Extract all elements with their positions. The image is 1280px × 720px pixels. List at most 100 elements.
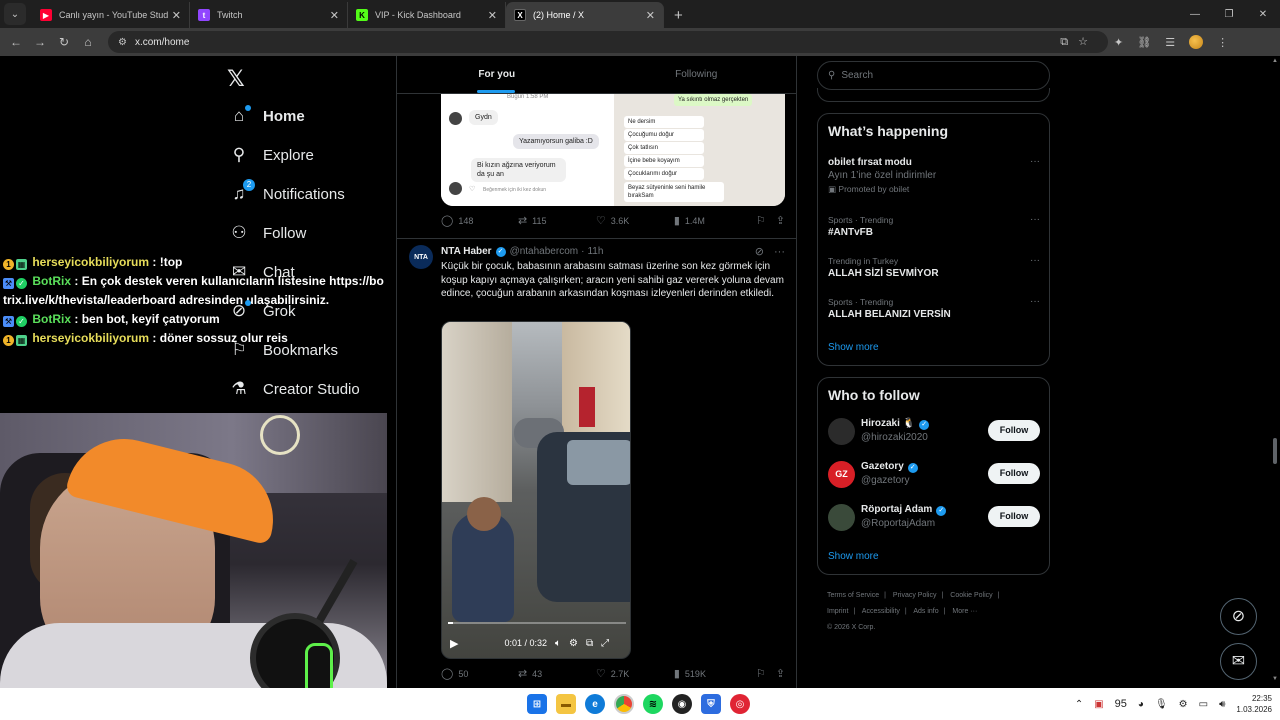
volume-icon[interactable]: 🔊︎ [1219,699,1225,710]
back-icon[interactable]: ← [4,35,28,49]
x-logo-icon[interactable]: 𝕏 [227,66,245,92]
fullscreen-icon[interactable]: ⤢ [601,638,609,649]
steam-icon[interactable]: ◕ [1138,699,1144,710]
scroll-down-icon[interactable]: ▼ [1271,676,1279,682]
close-icon[interactable]: ✕ [172,9,181,22]
start-icon[interactable]: ⊞ [527,694,547,714]
terms-link[interactable]: Terms of Service [827,592,879,599]
tweet-time[interactable]: 11h [587,246,603,257]
settings-icon[interactable]: ⚙ [569,638,578,649]
tweet-video[interactable]: ▶ 0:01 / 0:32 🔈︎ ⚙ ⧉ ⤢ [441,321,631,659]
messages-fab-button[interactable]: ✉ [1220,643,1257,680]
trend-item[interactable]: Sports · Trending #ANTvFB ··· [828,214,1040,239]
playlist-icon[interactable]: ☰ [1165,36,1175,49]
link-icon[interactable]: ⛓ [1137,36,1151,49]
forward-icon[interactable]: → [28,35,52,49]
avatar[interactable]: GZ [828,461,855,488]
bookmark-button[interactable]: ⚐ [756,667,776,680]
more-icon[interactable]: ··· [1030,156,1040,167]
clock[interactable]: 22:35 1.03.2026 [1236,693,1272,715]
privacy-link[interactable]: Privacy Policy [893,592,937,599]
install-icon[interactable]: ⧉ [1060,36,1078,48]
repost-button[interactable]: ⇄ 115 [518,214,596,227]
follow-button[interactable]: Follow [988,420,1040,441]
extension-icon[interactable]: ✦ [1114,36,1123,49]
edge-icon[interactable]: e [585,694,605,714]
avatar[interactable]: NTA [409,245,433,269]
reply-button[interactable]: ◯ 50 [441,667,518,680]
mute-icon[interactable]: 🔈︎ [555,638,561,649]
accessibility-link[interactable]: Accessibility [862,608,900,615]
reply-button[interactable]: ◯ 148 [441,214,518,227]
pip-icon[interactable]: ⧉ [586,638,593,649]
obs-icon[interactable]: ◉ [672,694,692,714]
close-icon[interactable]: ✕ [646,9,655,22]
monitor-icon[interactable]: ▭ [1199,699,1208,710]
nav-creator-studio[interactable]: ⚗ Creator Studio [228,379,359,399]
views-button[interactable]: ▮ 1.4M [674,214,756,227]
site-info-icon[interactable]: ⚙ [118,37,127,48]
vpn-icon[interactable]: ⛨ [701,694,721,714]
avatar[interactable] [828,504,855,531]
trend-item[interactable]: Sports · Trending ALLAH BELANIZI VERSİN … [828,296,1040,321]
trend-item[interactable]: Trending in Turkey ALLAH SİZİ SEVMİYOR ·… [828,255,1040,280]
tray-app-icon[interactable]: ▣ [1094,699,1103,710]
more-icon[interactable]: ··· [774,246,785,258]
tab-kick-dashboard[interactable]: K VIP - Kick Dashboard ✕ [348,2,506,28]
more-icon[interactable]: ··· [1030,296,1040,307]
avatar[interactable] [828,418,855,445]
share-button[interactable]: ⇪ [776,667,785,680]
chevron-up-icon[interactable]: ⌃ [1075,699,1083,710]
nav-explore[interactable]: ⚲ Explore [228,145,314,165]
more-icon[interactable]: ··· [1030,255,1040,266]
grok-fab-button[interactable]: ⊘ [1220,598,1257,635]
follow-suggestion[interactable]: Hirozaki 🐧 ✓ @hirozaki2020 Follow [828,416,1040,448]
follow-button[interactable]: Follow [988,506,1040,527]
author-handle[interactable]: @ntahabercom [510,246,579,257]
play-icon[interactable]: ▶ [450,637,458,650]
minimize-icon[interactable]: — [1178,9,1212,20]
video-progress-bar[interactable] [448,622,626,624]
close-icon[interactable]: ✕ [330,9,339,22]
settings-icon[interactable]: ⚙ [1179,699,1188,710]
tab-following[interactable]: Following [597,56,797,93]
imprint-link[interactable]: Imprint [827,608,848,615]
reload-icon[interactable]: ↻ [52,35,76,49]
file-explorer-icon[interactable]: ▬ [556,694,576,714]
close-icon[interactable]: ✕ [488,9,497,22]
new-tab-button[interactable]: + [674,7,683,24]
tab-twitch[interactable]: t Twitch ✕ [190,2,348,28]
trend-item[interactable]: obilet fırsat modu Ayın 1’ine özel indir… [828,156,1040,195]
microphone-icon[interactable]: 🎙︎ [1155,699,1168,710]
follow-suggestion[interactable]: GZ Gazetory ✓ @gazetory Follow [828,459,1040,491]
show-more-follow-link[interactable]: Show more [828,551,879,562]
tab-search-button[interactable]: ⌄ [4,3,26,25]
tab-for-you[interactable]: For you [397,56,597,93]
restore-icon[interactable]: ❐ [1212,9,1246,20]
share-button[interactable]: ⇪ [776,214,785,227]
tweet-image[interactable]: Bugün 1:58 PM Gydn Yazamıyorsun galiba :… [441,94,785,206]
chrome-icon[interactable] [614,694,634,714]
scrollbar[interactable]: ▲ ▼ [1270,56,1280,688]
nav-notifications[interactable]: ♫ 2 Notifications [228,179,345,204]
tab-youtube-studio[interactable]: ▶ Canlı yayın - YouTube Studio ✕ [32,2,190,28]
nav-bookmarks[interactable]: ⚐ Bookmarks [228,340,338,360]
like-button[interactable]: ♡ 2.7K [596,667,674,680]
grok-icon[interactable]: ⊘ [755,245,764,258]
author-name[interactable]: NTA Haber [441,246,492,257]
more-icon[interactable]: ··· [1030,214,1040,225]
close-window-icon[interactable]: ✕ [1246,9,1280,20]
more-link[interactable]: More ··· [952,608,977,615]
ads-info-link[interactable]: Ads info [913,608,938,615]
nav-chat[interactable]: ✉ Chat [228,262,295,282]
nav-follow[interactable]: ⚇ Follow [228,223,306,243]
kebab-menu-icon[interactable]: ⋮ [1217,36,1228,49]
tab-x-home[interactable]: X (2) Home / X ✕ [506,2,664,28]
spotify-icon[interactable]: ≋ [643,694,663,714]
temperature-readout[interactable]: 95 [1115,698,1127,710]
views-button[interactable]: ▮ 519K [674,667,756,680]
bookmark-button[interactable]: ⚐ [756,214,776,227]
show-more-trends-link[interactable]: Show more [828,342,879,353]
follow-suggestion[interactable]: Röportaj Adam ✓ @RoportajAdam Follow [828,502,1040,534]
profile-avatar[interactable] [1189,35,1204,49]
